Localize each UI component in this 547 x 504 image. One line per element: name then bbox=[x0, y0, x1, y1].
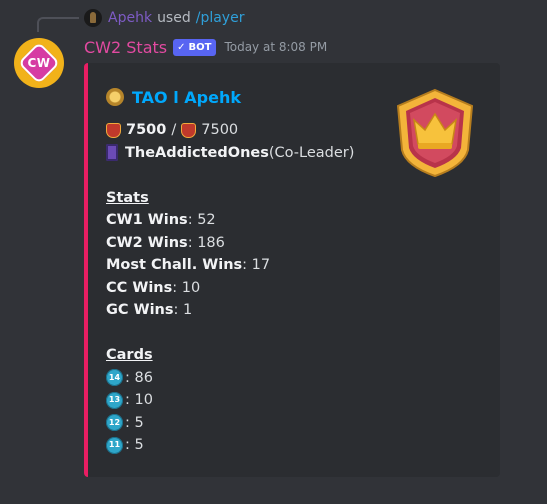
level-badge-icon: 12 bbox=[106, 414, 123, 432]
stat-value: 17 bbox=[251, 257, 271, 273]
bot-avatar[interactable]: CW bbox=[14, 38, 64, 88]
stats-heading-row: Stats bbox=[106, 187, 386, 210]
card-colon: : bbox=[125, 392, 135, 408]
level-badge-icon: 11 bbox=[106, 436, 123, 454]
reply-user-avatar[interactable] bbox=[84, 9, 102, 27]
clan-row: TheAddictedOnes (Co-Leader) bbox=[106, 142, 386, 165]
stat-value: 52 bbox=[197, 212, 216, 228]
crown-shield-icon[interactable] bbox=[394, 88, 476, 178]
stat-label: Most Chall. Wins bbox=[106, 257, 243, 273]
card-colon: : bbox=[125, 369, 135, 386]
stat-value: 10 bbox=[181, 279, 201, 296]
bot-tag: ✓ BOT bbox=[173, 38, 217, 56]
trophy-icon bbox=[181, 122, 197, 138]
cards-heading: Cards bbox=[106, 347, 153, 363]
clan-name: TheAddictedOnes bbox=[125, 144, 269, 161]
message-header: CW2 Stats ✓ BOT Today at 8:08 PM bbox=[84, 37, 327, 57]
reply-command[interactable]: /player bbox=[196, 10, 245, 26]
card-level-row: 12: 5 bbox=[106, 412, 386, 435]
stat-colon: : bbox=[242, 257, 252, 273]
card-level-row: 11: 5 bbox=[106, 434, 386, 457]
clan-badge-icon bbox=[106, 144, 118, 162]
card-count: 10 bbox=[134, 392, 153, 408]
card-count: 86 bbox=[134, 369, 153, 386]
stat-row: CW1 Wins: 52 bbox=[106, 209, 386, 232]
command-reply-context[interactable]: Apehk used /player bbox=[84, 8, 244, 28]
stat-label: GC Wins bbox=[106, 302, 174, 318]
stat-colon: : bbox=[172, 279, 182, 296]
best-trophies: 7500 bbox=[201, 122, 239, 138]
message-timestamp[interactable]: Today at 8:08 PM bbox=[224, 40, 327, 54]
embed-title[interactable]: TAO l Apehk bbox=[106, 85, 241, 109]
reply-connector bbox=[37, 17, 79, 32]
stats-heading: Stats bbox=[106, 189, 149, 206]
stat-row: CW2 Wins: 186 bbox=[106, 232, 386, 255]
embed-description: 7500 / 7500 TheAddictedOnes (Co-Leader) … bbox=[106, 119, 386, 457]
reply-used-text: used bbox=[157, 10, 191, 26]
stat-label: CC Wins bbox=[106, 279, 173, 296]
stat-value: 186 bbox=[197, 234, 225, 251]
card-level-row: 13: 10 bbox=[106, 389, 386, 412]
trophy-row: 7500 / 7500 bbox=[106, 119, 386, 142]
gold-badge-icon bbox=[106, 88, 124, 106]
card-colon: : bbox=[125, 414, 135, 431]
stat-row: Most Chall. Wins: 17 bbox=[106, 254, 386, 277]
level-badge-icon: 13 bbox=[106, 391, 123, 409]
card-count: 5 bbox=[134, 437, 144, 453]
current-trophies: 7500 bbox=[126, 122, 167, 138]
player-title[interactable]: TAO l Apehk bbox=[132, 88, 241, 107]
avatar-label: CW bbox=[27, 56, 51, 70]
bot-username[interactable]: CW2 Stats bbox=[84, 38, 167, 57]
stat-label: CW2 Wins bbox=[106, 234, 188, 251]
stat-colon: : bbox=[187, 234, 198, 251]
trophy-separator: / bbox=[171, 122, 177, 138]
stat-value: 1 bbox=[183, 302, 193, 318]
card-level-row: 14: 86 bbox=[106, 367, 386, 390]
bot-tag-label: BOT bbox=[188, 41, 212, 53]
cards-heading-row: Cards bbox=[106, 344, 386, 367]
stat-colon: : bbox=[173, 302, 184, 318]
stat-label: CW1 Wins bbox=[106, 212, 188, 228]
level-badge-icon: 14 bbox=[106, 369, 123, 387]
reply-username[interactable]: Apehk bbox=[108, 10, 152, 26]
card-colon: : bbox=[125, 437, 135, 453]
trophy-icon bbox=[106, 122, 121, 138]
stat-row: GC Wins: 1 bbox=[106, 299, 386, 322]
stat-colon: : bbox=[187, 212, 198, 228]
player-stats-embed: TAO l Apehk 7500 / 7500 TheAddictedOnes … bbox=[84, 63, 500, 477]
verified-check-icon: ✓ bbox=[177, 41, 186, 53]
stat-row: CC Wins: 10 bbox=[106, 277, 386, 300]
clan-role: (Co-Leader) bbox=[268, 144, 355, 161]
card-count: 5 bbox=[134, 414, 144, 431]
